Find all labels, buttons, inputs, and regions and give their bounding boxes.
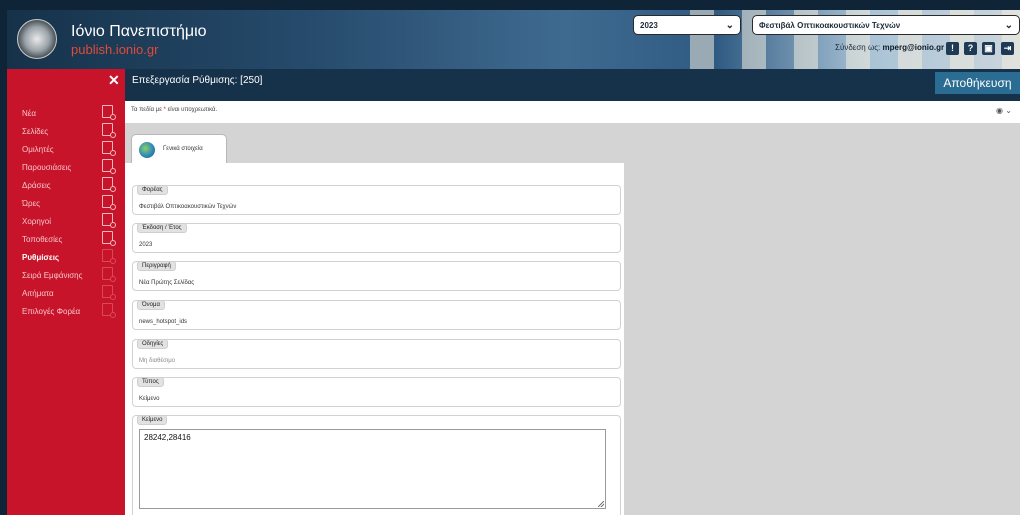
field-instructions: Οδηγίες Μη διαθέσιμο: [132, 339, 621, 369]
sidebar-item-label: Τοποθεσίες: [22, 235, 63, 244]
login-user[interactable]: mperg@ionio.gr: [883, 43, 945, 52]
sidebar-item-news[interactable]: Νέα: [22, 105, 117, 123]
field-value: Φεστιβάλ Οπτικοακουστικών Τεχνών: [139, 204, 237, 210]
sidebar-item-locations[interactable]: Τοποθεσίες: [22, 231, 117, 249]
year-select[interactable]: 2023 ⌄: [633, 15, 741, 35]
university-logo[interactable]: [17, 19, 57, 59]
sidebar: ✕ Νέα Σελίδες Ομιλητές Παρουσιάσεις Δράσ…: [7, 69, 125, 515]
eye-icon[interactable]: ◉ ⌄: [996, 106, 1012, 115]
required-star: *: [163, 107, 166, 113]
sidebar-item-label: Νέα: [22, 109, 36, 118]
year-select-value: 2023: [640, 21, 658, 30]
edit-toolbar: Επεξεργασία Ρύθμισης: [250] Αποθήκευση: [125, 69, 1020, 101]
login-prefix: Σύνδεση ως:: [835, 43, 881, 52]
sidebar-item-label: Επιλογές Φορέα: [22, 307, 81, 316]
text-value-textarea[interactable]: 28242,28416: [139, 429, 606, 509]
required-note: Τα πεδία με * είναι υποχρεωτικά.: [131, 107, 217, 113]
entity-select[interactable]: Φεστιβάλ Οπτικοακουστικών Τεχνών ⌄: [752, 15, 1020, 35]
new-page-icon: [102, 285, 116, 300]
field-label: Έκδοση / Έτος: [137, 223, 187, 233]
new-page-icon[interactable]: [102, 177, 116, 192]
new-page-icon[interactable]: [102, 195, 116, 210]
field-value: Κείμενο: [139, 396, 160, 402]
sidebar-item-display-order[interactable]: Σειρά Εμφάνισης: [22, 267, 117, 285]
sidebar-item-presentations[interactable]: Παρουσιάσεις: [22, 159, 117, 177]
field-label: Όνομα: [137, 300, 165, 310]
sidebar-item-label: Ώρες: [22, 199, 40, 208]
page-title: Επεξεργασία Ρύθμισης: [250]: [132, 75, 263, 86]
field-entity: Φορέας Φεστιβάλ Οπτικοακουστικών Τεχνών: [132, 185, 621, 215]
new-page-icon[interactable]: [102, 213, 116, 228]
login-info: Σύνδεση ως: mperg@ionio.gr: [835, 43, 944, 52]
field-name: Όνομα news_hotspot_ids: [132, 300, 621, 330]
field-label: Οδηγίες: [137, 339, 169, 349]
lock-icon[interactable]: ▣: [982, 42, 995, 55]
chevron-down-icon: ⌄: [725, 20, 734, 31]
sidebar-item-label: Ομιλητές: [22, 145, 54, 154]
save-button[interactable]: Αποθήκευση: [935, 72, 1020, 94]
field-edition-year: Έκδοση / Έτος 2023: [132, 223, 621, 253]
new-page-icon: [102, 267, 116, 282]
new-page-icon[interactable]: [102, 141, 116, 156]
textarea-value: 28242,28416: [144, 433, 191, 442]
field-label: Κείμενο: [137, 415, 168, 425]
university-name[interactable]: Ιόνιο Πανεπιστήμιο: [71, 23, 207, 41]
field-text: Κείμενο 28242,28416: [132, 415, 621, 515]
new-page-icon[interactable]: [102, 123, 116, 138]
required-note-prefix: Τα πεδία με: [131, 107, 162, 113]
new-page-icon[interactable]: [102, 231, 116, 246]
required-note-bar: Τα πεδία με * είναι υποχρεωτικά. ◉ ⌄: [125, 101, 1020, 123]
chevron-down-icon: ⌄: [1004, 20, 1013, 31]
sidebar-item-speakers[interactable]: Ομιλητές: [22, 141, 117, 159]
sidebar-item-label: Σειρά Εμφάνισης: [22, 271, 83, 280]
sidebar-item-label: Σελίδες: [22, 127, 49, 136]
sidebar-item-label: Παρουσιάσεις: [22, 163, 72, 172]
app-window: Ιόνιο Πανεπιστήμιο publish.ionio.gr 2023…: [7, 10, 1020, 515]
field-description: Περιγραφή Νέα Πρώτης Σελίδας: [132, 261, 621, 291]
field-label: Φορέας: [137, 185, 168, 195]
sidebar-item-label: Αιτήματα: [22, 289, 54, 298]
sidebar-item-hours[interactable]: Ώρες: [22, 195, 117, 213]
new-page-icon[interactable]: [102, 159, 116, 174]
sidebar-item-label: Δράσεις: [22, 181, 51, 190]
alert-icon[interactable]: !: [946, 42, 959, 55]
site-header: Ιόνιο Πανεπιστήμιο publish.ionio.gr 2023…: [7, 10, 1020, 69]
help-icon[interactable]: ?: [964, 42, 977, 55]
tab-general-info[interactable]: Γενικά στοιχεία: [131, 134, 227, 165]
sidebar-item-pages[interactable]: Σελίδες: [22, 123, 117, 141]
sidebar-item-requests[interactable]: Αιτήματα: [22, 285, 117, 303]
new-page-icon: [102, 303, 116, 318]
entity-select-value: Φεστιβάλ Οπτικοακουστικών Τεχνών: [759, 21, 901, 30]
sidebar-item-label: Ρυθμίσεις: [22, 253, 60, 262]
field-label: Τύπος: [137, 377, 164, 387]
sidebar-item-settings[interactable]: Ρυθμίσεις: [22, 249, 117, 267]
new-page-icon: [102, 249, 116, 264]
field-label: Περιγραφή: [137, 261, 176, 271]
form-panel: Φορέας Φεστιβάλ Οπτικοακουστικών Τεχνών …: [125, 163, 624, 515]
field-value: news_hotspot_ids: [139, 319, 188, 325]
tab-label: Γενικά στοιχεία: [163, 146, 203, 152]
resize-handle-icon[interactable]: [598, 501, 604, 507]
required-note-suffix: είναι υποχρεωτικά.: [167, 107, 218, 113]
sidebar-item-entity-options[interactable]: Επιλογές Φορέα: [22, 303, 117, 321]
sidebar-item-actions[interactable]: Δράσεις: [22, 177, 117, 195]
field-value: 2023: [139, 242, 153, 248]
sidebar-item-sponsors[interactable]: Χορηγοί: [22, 213, 117, 231]
sidebar-item-label: Χορηγοί: [22, 217, 52, 226]
field-value: Μη διαθέσιμο: [139, 358, 175, 364]
site-url[interactable]: publish.ionio.gr: [71, 42, 158, 57]
globe-icon: [139, 142, 155, 158]
field-value: Νέα Πρώτης Σελίδας: [139, 280, 195, 286]
logout-icon[interactable]: ⇥: [1001, 42, 1014, 55]
new-page-icon[interactable]: [102, 105, 116, 120]
close-icon[interactable]: ✕: [108, 72, 120, 89]
field-type: Τύπος Κείμενο: [132, 377, 621, 407]
